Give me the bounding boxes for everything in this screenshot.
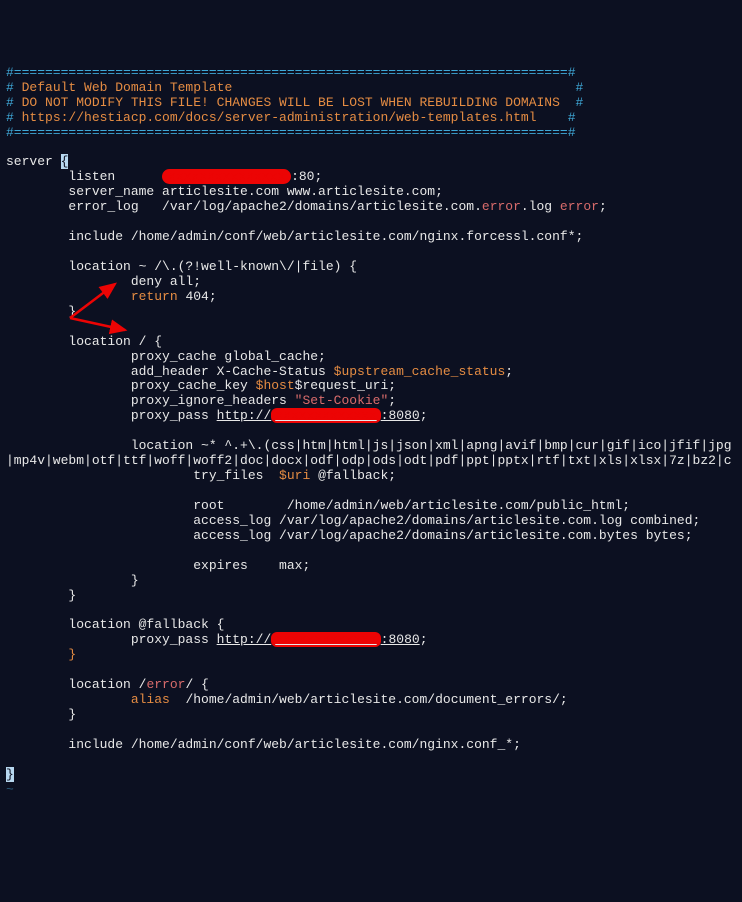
location-fallback: location @fallback { bbox=[6, 617, 224, 632]
editor-viewport[interactable]: #=======================================… bbox=[6, 66, 736, 798]
redacted-ip: xxxxxxxxxxxxx bbox=[271, 408, 380, 423]
error-log-directive: error_log /var/log/apache2/domains/artic… bbox=[6, 199, 607, 214]
comment-line: # https://hestiacp.com/docs/server-admin… bbox=[6, 110, 576, 125]
server-keyword: server bbox=[6, 154, 61, 169]
location-static: location ~* ^.+\.(css|htm|html|js|json|x… bbox=[6, 438, 732, 453]
proxy-cache-key-directive: proxy_cache_key $host$request_uri; bbox=[6, 378, 396, 393]
proxy-pass-url[interactable]: http://xxxxxxxxxxxxx:8080 bbox=[217, 632, 420, 647]
proxy-cache-directive: proxy_cache global_cache; bbox=[6, 349, 326, 364]
proxy-pass-directive: proxy_pass http://xxxxxxxxxxxxx:8080; bbox=[6, 632, 428, 647]
listen-port: :80; bbox=[291, 169, 322, 184]
brace-close: } bbox=[6, 647, 76, 662]
listen-directive: listen bbox=[6, 169, 162, 184]
try-files-directive: try_files $uri @fallback; bbox=[6, 468, 396, 483]
location-wellknown: location ~ /\.(?!well-known\/|file) { bbox=[6, 259, 357, 274]
redacted-ip: xxxxxxxxxxxxxxx bbox=[162, 169, 291, 184]
expires-directive: expires max; bbox=[6, 558, 310, 573]
redacted-ip: xxxxxxxxxxxxx bbox=[271, 632, 380, 647]
comment-line: # DO NOT MODIFY THIS FILE! CHANGES WILL … bbox=[6, 95, 583, 110]
brace-close: } bbox=[6, 304, 76, 319]
comment-border-top: #=======================================… bbox=[6, 65, 576, 80]
return-directive: return 404; bbox=[6, 289, 217, 304]
cursor: { bbox=[61, 154, 69, 169]
location-root: location / { bbox=[6, 334, 162, 349]
brace-close: } bbox=[6, 573, 139, 588]
add-header-directive: add_header X-Cache-Status $upstream_cach… bbox=[6, 364, 513, 379]
proxy-ignore-headers-directive: proxy_ignore_headers "Set-Cookie"; bbox=[6, 393, 396, 408]
proxy-pass-url[interactable]: http://xxxxxxxxxxxxx:8080 bbox=[217, 408, 420, 423]
proxy-pass-directive: proxy_pass http://xxxxxxxxxxxxx:8080; bbox=[6, 408, 428, 423]
brace-close: } bbox=[6, 588, 76, 603]
location-static-cont: |mp4v|webm|otf|ttf|woff|woff2|doc|docx|o… bbox=[6, 453, 732, 468]
end-brace: } bbox=[6, 767, 14, 782]
access-log-directive: access_log /var/log/apache2/domains/arti… bbox=[6, 528, 693, 543]
root-directive: root /home/admin/web/articlesite.com/pub… bbox=[6, 498, 630, 513]
alias-directive: alias /home/admin/web/articlesite.com/do… bbox=[6, 692, 568, 707]
location-error: location /error/ { bbox=[6, 677, 209, 692]
comment-line: # Default Web Domain Template # bbox=[6, 80, 583, 95]
include-directive: include /home/admin/conf/web/articlesite… bbox=[6, 229, 583, 244]
vim-tilde: ~ bbox=[6, 782, 14, 797]
access-log-directive: access_log /var/log/apache2/domains/arti… bbox=[6, 513, 700, 528]
deny-directive: deny all; bbox=[6, 274, 201, 289]
brace-close: } bbox=[6, 707, 76, 722]
comment-border-bottom: #=======================================… bbox=[6, 125, 576, 140]
include-directive: include /home/admin/conf/web/articlesite… bbox=[6, 737, 521, 752]
server-name-directive: server_name articlesite.com www.articles… bbox=[6, 184, 443, 199]
